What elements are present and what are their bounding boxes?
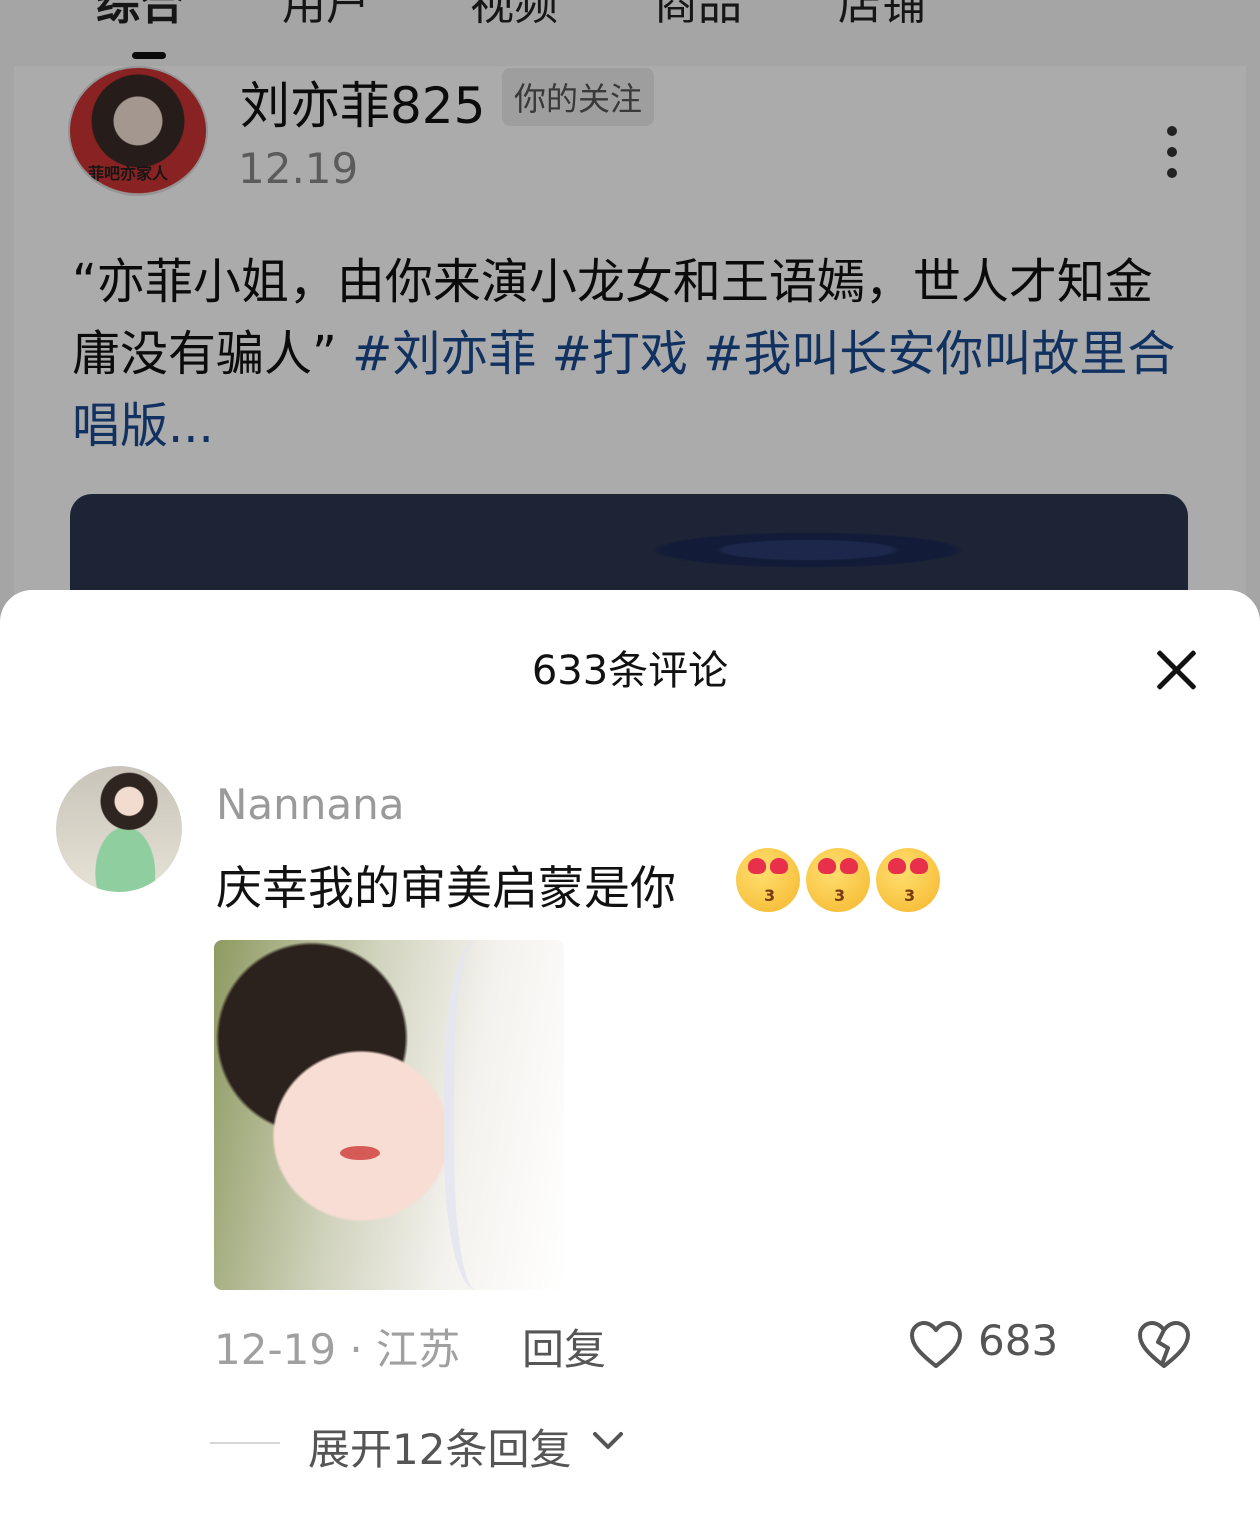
commenter-name[interactable]: Nannana: [216, 780, 405, 829]
reply-button[interactable]: 回复: [522, 1316, 606, 1377]
chevron-down-icon[interactable]: [592, 1430, 624, 1452]
comment-image[interactable]: [214, 940, 564, 1290]
background-feed: 综合 用户 视频 商品 店铺 ☰ › 菲吧亦家人 刘亦菲825 你的关注 12.…: [0, 0, 1260, 634]
commenter-avatar[interactable]: [56, 766, 182, 892]
like-count: 683: [978, 1316, 1059, 1365]
heart-icon[interactable]: [908, 1320, 964, 1370]
heart-eyes-kiss-emoji: 3: [806, 848, 870, 912]
divider-line: [210, 1442, 280, 1444]
comments-sheet: 633条评论 Nannana 庆幸我的审美启蒙是你 3 3 3 12-19 · …: [0, 590, 1260, 1520]
expand-replies-button[interactable]: 展开12条回复: [308, 1416, 571, 1477]
comment-text: 庆幸我的审美启蒙是你: [216, 861, 676, 915]
close-icon[interactable]: [1152, 646, 1200, 694]
comment-date-location: 12-19 · 江苏: [214, 1325, 461, 1374]
heart-eyes-kiss-emoji: 3: [736, 848, 800, 912]
modal-overlay[interactable]: [0, 0, 1260, 620]
broken-heart-icon[interactable]: [1136, 1320, 1192, 1370]
comment-emojis: 3 3 3: [736, 848, 940, 912]
search-results-page: 综合 用户 视频 商品 店铺 ☰ › 菲吧亦家人 刘亦菲825 你的关注 12.…: [0, 0, 1260, 1520]
heart-eyes-kiss-emoji: 3: [876, 848, 940, 912]
comments-count-title: 633条评论: [531, 648, 729, 694]
